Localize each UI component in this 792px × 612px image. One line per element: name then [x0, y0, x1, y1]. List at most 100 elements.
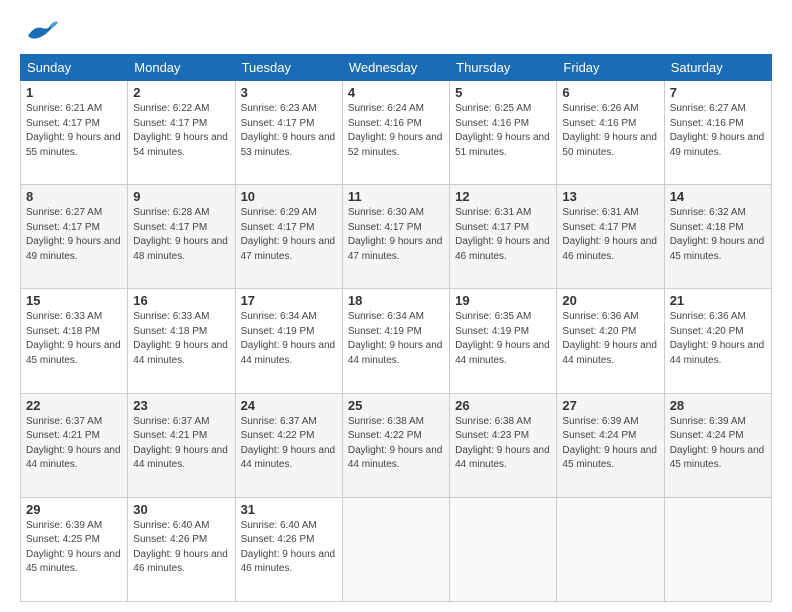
week-row-3: 15 Sunrise: 6:33 AMSunset: 4:18 PMDayligh…	[21, 289, 772, 393]
day-number: 9	[133, 189, 229, 204]
cell-content: Sunrise: 6:22 AMSunset: 4:17 PMDaylight:…	[133, 102, 229, 160]
cell-content: Sunrise: 6:27 AMSunset: 4:16 PMDaylight:…	[670, 102, 766, 160]
cell-content: Sunrise: 6:25 AMSunset: 4:16 PMDaylight:…	[455, 102, 551, 160]
day-number: 1	[26, 85, 122, 100]
day-number: 26	[455, 398, 551, 413]
col-header-saturday: Saturday	[664, 55, 771, 81]
calendar-cell: 5 Sunrise: 6:25 AMSunset: 4:16 PMDaylight…	[450, 81, 557, 185]
col-header-wednesday: Wednesday	[342, 55, 449, 81]
day-number: 5	[455, 85, 551, 100]
calendar-cell: 23 Sunrise: 6:37 AMSunset: 4:21 PMDayligh…	[128, 393, 235, 497]
cell-content: Sunrise: 6:38 AMSunset: 4:22 PMDaylight:…	[348, 415, 444, 473]
col-header-monday: Monday	[128, 55, 235, 81]
cell-content: Sunrise: 6:36 AMSunset: 4:20 PMDaylight:…	[670, 310, 766, 368]
calendar-cell: 10 Sunrise: 6:29 AMSunset: 4:17 PMDayligh…	[235, 185, 342, 289]
day-number: 31	[241, 502, 337, 517]
calendar-cell: 31 Sunrise: 6:40 AMSunset: 4:26 PMDayligh…	[235, 497, 342, 601]
cell-content: Sunrise: 6:29 AMSunset: 4:17 PMDaylight:…	[241, 206, 337, 264]
calendar-cell: 12 Sunrise: 6:31 AMSunset: 4:17 PMDayligh…	[450, 185, 557, 289]
cell-content: Sunrise: 6:27 AMSunset: 4:17 PMDaylight:…	[26, 206, 122, 264]
cell-content: Sunrise: 6:32 AMSunset: 4:18 PMDaylight:…	[670, 206, 766, 264]
cell-content: Sunrise: 6:38 AMSunset: 4:23 PMDaylight:…	[455, 415, 551, 473]
calendar-cell: 20 Sunrise: 6:36 AMSunset: 4:20 PMDayligh…	[557, 289, 664, 393]
logo-icon	[20, 18, 60, 46]
col-header-tuesday: Tuesday	[235, 55, 342, 81]
day-number: 28	[670, 398, 766, 413]
day-number: 19	[455, 293, 551, 308]
cell-content: Sunrise: 6:31 AMSunset: 4:17 PMDaylight:…	[562, 206, 658, 264]
day-number: 14	[670, 189, 766, 204]
col-header-thursday: Thursday	[450, 55, 557, 81]
cell-content: Sunrise: 6:37 AMSunset: 4:21 PMDaylight:…	[133, 415, 229, 473]
day-number: 8	[26, 189, 122, 204]
cell-content: Sunrise: 6:39 AMSunset: 4:25 PMDaylight:…	[26, 519, 122, 577]
day-number: 17	[241, 293, 337, 308]
calendar-cell: 22Sunrise: 6:37 AMSunset: 4:21 PMDayligh…	[21, 393, 128, 497]
cell-content: Sunrise: 6:34 AMSunset: 4:19 PMDaylight:…	[241, 310, 337, 368]
day-number: 24	[241, 398, 337, 413]
day-number: 2	[133, 85, 229, 100]
day-number: 13	[562, 189, 658, 204]
logo	[20, 18, 64, 46]
day-number: 29	[26, 502, 122, 517]
cell-content: Sunrise: 6:28 AMSunset: 4:17 PMDaylight:…	[133, 206, 229, 264]
day-number: 11	[348, 189, 444, 204]
col-header-sunday: Sunday	[21, 55, 128, 81]
calendar-cell: 2 Sunrise: 6:22 AMSunset: 4:17 PMDaylight…	[128, 81, 235, 185]
calendar-cell: 3 Sunrise: 6:23 AMSunset: 4:17 PMDaylight…	[235, 81, 342, 185]
calendar-cell: 25 Sunrise: 6:38 AMSunset: 4:22 PMDayligh…	[342, 393, 449, 497]
col-header-friday: Friday	[557, 55, 664, 81]
day-number: 21	[670, 293, 766, 308]
cell-content: Sunrise: 6:37 AMSunset: 4:22 PMDaylight:…	[241, 415, 337, 473]
cell-content: Sunrise: 6:37 AMSunset: 4:21 PMDaylight:…	[26, 415, 122, 473]
calendar-cell: 9 Sunrise: 6:28 AMSunset: 4:17 PMDaylight…	[128, 185, 235, 289]
week-row-2: 8 Sunrise: 6:27 AMSunset: 4:17 PMDaylight…	[21, 185, 772, 289]
cell-content: Sunrise: 6:40 AMSunset: 4:26 PMDaylight:…	[133, 519, 229, 577]
day-number: 30	[133, 502, 229, 517]
calendar-cell: 18Sunrise: 6:34 AMSunset: 4:19 PMDayligh…	[342, 289, 449, 393]
day-number: 15	[26, 293, 122, 308]
calendar-cell: 19Sunrise: 6:35 AMSunset: 4:19 PMDayligh…	[450, 289, 557, 393]
day-number: 3	[241, 85, 337, 100]
calendar-cell: 6 Sunrise: 6:26 AMSunset: 4:16 PMDaylight…	[557, 81, 664, 185]
day-number: 4	[348, 85, 444, 100]
page: SundayMondayTuesdayWednesdayThursdayFrid…	[0, 0, 792, 612]
calendar-cell: 4Sunrise: 6:24 AMSunset: 4:16 PMDaylight…	[342, 81, 449, 185]
calendar-header-row: SundayMondayTuesdayWednesdayThursdayFrid…	[21, 55, 772, 81]
cell-content: Sunrise: 6:39 AMSunset: 4:24 PMDaylight:…	[670, 415, 766, 473]
week-row-4: 22Sunrise: 6:37 AMSunset: 4:21 PMDayligh…	[21, 393, 772, 497]
day-number: 23	[133, 398, 229, 413]
calendar-cell: 28 Sunrise: 6:39 AMSunset: 4:24 PMDayligh…	[664, 393, 771, 497]
calendar-cell: 11 Sunrise: 6:30 AMSunset: 4:17 PMDayligh…	[342, 185, 449, 289]
calendar-cell: 7 Sunrise: 6:27 AMSunset: 4:16 PMDaylight…	[664, 81, 771, 185]
day-number: 25	[348, 398, 444, 413]
header	[20, 18, 772, 46]
day-number: 12	[455, 189, 551, 204]
calendar-cell: 30 Sunrise: 6:40 AMSunset: 4:26 PMDayligh…	[128, 497, 235, 601]
calendar-cell: 8 Sunrise: 6:27 AMSunset: 4:17 PMDaylight…	[21, 185, 128, 289]
cell-content: Sunrise: 6:26 AMSunset: 4:16 PMDaylight:…	[562, 102, 658, 160]
day-number: 20	[562, 293, 658, 308]
day-number: 10	[241, 189, 337, 204]
cell-content: Sunrise: 6:30 AMSunset: 4:17 PMDaylight:…	[348, 206, 444, 264]
calendar-cell: 24 Sunrise: 6:37 AMSunset: 4:22 PMDayligh…	[235, 393, 342, 497]
calendar-cell: 17 Sunrise: 6:34 AMSunset: 4:19 PMDayligh…	[235, 289, 342, 393]
calendar-cell: 14 Sunrise: 6:32 AMSunset: 4:18 PMDayligh…	[664, 185, 771, 289]
day-number: 27	[562, 398, 658, 413]
cell-content: Sunrise: 6:40 AMSunset: 4:26 PMDaylight:…	[241, 519, 337, 577]
calendar-cell	[664, 497, 771, 601]
cell-content: Sunrise: 6:36 AMSunset: 4:20 PMDaylight:…	[562, 310, 658, 368]
calendar-cell: 27Sunrise: 6:39 AMSunset: 4:24 PMDayligh…	[557, 393, 664, 497]
calendar-cell: 21 Sunrise: 6:36 AMSunset: 4:20 PMDayligh…	[664, 289, 771, 393]
calendar-cell: 26 Sunrise: 6:38 AMSunset: 4:23 PMDayligh…	[450, 393, 557, 497]
day-number: 7	[670, 85, 766, 100]
calendar-table: SundayMondayTuesdayWednesdayThursdayFrid…	[20, 54, 772, 602]
cell-content: Sunrise: 6:33 AMSunset: 4:18 PMDaylight:…	[133, 310, 229, 368]
cell-content: Sunrise: 6:34 AMSunset: 4:19 PMDaylight:…	[348, 310, 444, 368]
day-number: 6	[562, 85, 658, 100]
calendar-cell: 16Sunrise: 6:33 AMSunset: 4:18 PMDayligh…	[128, 289, 235, 393]
calendar-cell: 1Sunrise: 6:21 AMSunset: 4:17 PMDaylight…	[21, 81, 128, 185]
calendar-cell: 29 Sunrise: 6:39 AMSunset: 4:25 PMDayligh…	[21, 497, 128, 601]
cell-content: Sunrise: 6:31 AMSunset: 4:17 PMDaylight:…	[455, 206, 551, 264]
cell-content: Sunrise: 6:23 AMSunset: 4:17 PMDaylight:…	[241, 102, 337, 160]
